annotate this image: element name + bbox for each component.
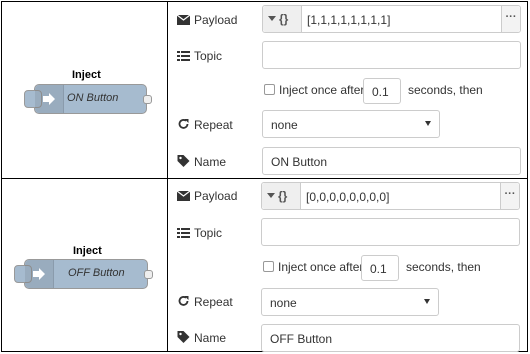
- topic-input[interactable]: [262, 41, 521, 69]
- name-input[interactable]: OFF Button: [261, 324, 520, 352]
- output-port[interactable]: [143, 95, 152, 104]
- topic-label-text: Topic: [194, 49, 223, 63]
- inject-once-checkbox[interactable]: [263, 261, 274, 272]
- payload-label: Payload: [177, 189, 237, 203]
- comparison-table: Inject ON Button Payload {} [1,1,1,1,1,1…: [1, 1, 528, 352]
- name-label: Name: [177, 331, 226, 345]
- topic-label: Topic: [177, 226, 222, 240]
- inject-delay-input[interactable]: 0.1: [363, 78, 401, 104]
- inject-once-label: Inject once after: [279, 83, 365, 97]
- name-value: ON Button: [271, 155, 328, 169]
- list-icon: [177, 228, 190, 238]
- chevron-down-icon: [424, 299, 430, 304]
- chevron-down-icon: [268, 16, 276, 21]
- inject-node-off[interactable]: OFF Button: [14, 259, 153, 289]
- payload-label: Payload: [177, 13, 237, 27]
- inject-node-on[interactable]: ON Button: [24, 84, 152, 114]
- repeat-label-text: Repeat: [194, 118, 233, 132]
- payload-type-button[interactable]: {}: [263, 6, 302, 32]
- repeat-value: none: [271, 118, 298, 132]
- inject-delay-value: 0.1: [370, 262, 387, 276]
- repeat-select[interactable]: none: [261, 288, 439, 316]
- payload-input[interactable]: {} [1,1,1,1,1,1,1,1] ···: [262, 5, 521, 33]
- inject-once-checkbox[interactable]: [264, 84, 275, 95]
- ellipsis-icon[interactable]: ···: [500, 183, 519, 209]
- node-title: Inject: [72, 69, 101, 81]
- inject-delay-value: 0.1: [372, 85, 389, 99]
- inject-row-off: Inject OFF Button Payload {} [0,0,0,0,0,…: [2, 179, 527, 352]
- envelope-icon: [177, 15, 190, 25]
- envelope-icon: [177, 191, 190, 201]
- name-label-text: Name: [194, 331, 227, 345]
- chevron-down-icon: [425, 121, 431, 126]
- repeat-label: Repeat: [177, 295, 233, 309]
- tag-icon: [177, 155, 190, 167]
- repeat-label: Repeat: [177, 118, 233, 132]
- node-title: Inject: [73, 245, 102, 257]
- name-label-text: Name: [194, 155, 227, 169]
- ellipsis-icon[interactable]: ···: [501, 6, 520, 32]
- repeat-icon: [178, 119, 189, 129]
- inject-arrow-icon: [35, 85, 64, 113]
- repeat-label-text: Repeat: [194, 295, 233, 309]
- inject-delay-input[interactable]: 0.1: [361, 255, 399, 281]
- payload-value: [0,0,0,0,0,0,0,0]: [306, 190, 390, 204]
- inject-once-label: Inject once after: [278, 260, 364, 274]
- inject-row-on: Inject ON Button Payload {} [1,1,1,1,1,1…: [2, 2, 527, 178]
- output-port[interactable]: [144, 270, 153, 279]
- name-label: Name: [177, 155, 226, 169]
- payload-type-button[interactable]: {}: [262, 183, 301, 209]
- topic-input[interactable]: [261, 218, 520, 246]
- inject-arrow-icon: [25, 260, 54, 288]
- json-type-icon: {}: [278, 189, 288, 203]
- node-label: OFF Button: [68, 267, 125, 279]
- payload-input[interactable]: {} [0,0,0,0,0,0,0,0] ···: [261, 182, 520, 210]
- name-value: OFF Button: [270, 332, 333, 346]
- seconds-then-label: seconds, then: [408, 83, 483, 97]
- list-icon: [177, 51, 190, 61]
- node-label: ON Button: [67, 92, 119, 104]
- seconds-then-label: seconds, then: [406, 260, 481, 274]
- node-preview-area: Inject ON Button: [2, 2, 167, 178]
- repeat-icon: [178, 296, 189, 306]
- json-type-icon: {}: [279, 12, 289, 26]
- tag-icon: [177, 331, 190, 343]
- payload-label-text: Payload: [194, 13, 238, 27]
- topic-label: Topic: [177, 49, 222, 63]
- topic-label-text: Topic: [194, 226, 223, 240]
- node-preview-area: Inject OFF Button: [2, 179, 167, 351]
- payload-label-text: Payload: [194, 189, 238, 203]
- payload-value: [1,1,1,1,1,1,1,1]: [307, 13, 391, 27]
- repeat-select[interactable]: none: [262, 110, 440, 138]
- name-input[interactable]: ON Button: [262, 147, 521, 175]
- chevron-down-icon: [267, 193, 275, 198]
- repeat-value: none: [270, 296, 297, 310]
